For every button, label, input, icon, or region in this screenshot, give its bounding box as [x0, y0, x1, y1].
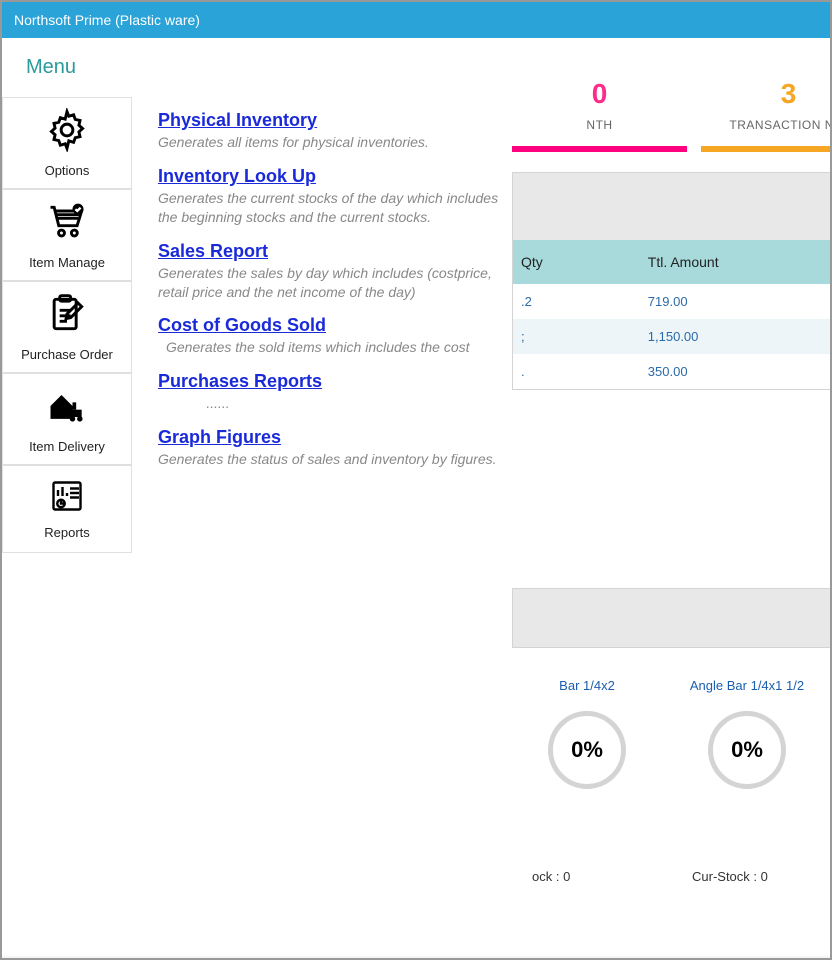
report-link-physical-inventory[interactable]: Physical Inventory — [158, 110, 317, 131]
stock-header-bar — [512, 588, 830, 648]
stock-percent-ring: 0% — [548, 711, 626, 789]
stock-percent: 0% — [571, 737, 603, 763]
sidebar-item-reports[interactable]: Reports — [2, 465, 132, 553]
sidebar-item-label: Options — [45, 163, 90, 178]
sidebar-item-label: Item Manage — [29, 255, 105, 270]
content-area: _ Physical Inventory Generates all items… — [132, 38, 830, 956]
metric-card-month: 0 NTH — [512, 78, 687, 152]
reports-panel: Physical Inventory Generates all items f… — [132, 38, 512, 479]
stock-footer: ock : 0 — [512, 869, 662, 884]
cell-qty: .2 — [513, 284, 640, 319]
metric-bar — [701, 146, 830, 152]
metric-value: 0 — [512, 78, 687, 110]
col-amount: Ttl. Amount — [640, 240, 830, 284]
stock-card: Bar 1/4x2 0% ock : 0 — [512, 678, 662, 884]
cell-amount: 719.00 — [640, 284, 830, 319]
stock-percent-ring: 0% — [708, 711, 786, 789]
cart-icon — [45, 200, 89, 249]
sidebar-item-options[interactable]: Options — [2, 97, 132, 189]
sales-panel: Manage Sales Qty Ttl. Amount Ref. .2 719… — [512, 172, 830, 390]
col-qty: Qty — [513, 240, 640, 284]
dashboard: 0 NTH 3 TRANSACTION NO. Manage Sales Qty — [512, 38, 830, 390]
reports-icon — [49, 478, 85, 519]
metric-bar — [512, 146, 687, 152]
sidebar-item-purchase-order[interactable]: Purchase Order — [2, 281, 132, 373]
metric-label: NTH — [512, 118, 687, 132]
sidebar-item-item-manage[interactable]: Item Manage — [2, 189, 132, 281]
sidebar-item-label: Purchase Order — [21, 347, 113, 362]
window-titlebar: Northsoft Prime (Plastic ware) — [2, 2, 830, 38]
table-row[interactable]: . 350.00 ge — [513, 354, 830, 389]
report-desc: Generates the status of sales and invent… — [158, 450, 502, 469]
report-link-cost-of-goods-sold[interactable]: Cost of Goods Sold — [158, 315, 326, 336]
report-desc: Generates all items for physical invento… — [158, 133, 502, 152]
stock-name: Angle Bar 1/4x1 1/2 — [672, 678, 822, 693]
cell-qty: ; — [513, 319, 640, 354]
report-desc: ...... — [158, 394, 278, 413]
stock-card: Angle Bar 1/4x1 1/2 0% Cur-Stock : 0 — [672, 678, 822, 884]
window-title: Northsoft Prime (Plastic ware) — [14, 12, 200, 28]
gear-icon — [45, 108, 89, 157]
report-link-sales-report[interactable]: Sales Report — [158, 241, 268, 262]
stock-name: Bar 1/4x2 — [512, 678, 662, 693]
metric-value: 3 — [701, 78, 830, 110]
table-header-row: Qty Ttl. Amount Ref. — [513, 240, 830, 284]
sidebar: Menu Options Item Manage Purchase Order … — [2, 38, 132, 956]
menu-header: Menu — [2, 38, 132, 97]
sidebar-item-item-delivery[interactable]: Item Delivery — [2, 373, 132, 465]
sidebar-item-label: Reports — [44, 525, 90, 540]
report-desc: Generates the sales by day which include… — [158, 264, 502, 302]
clipboard-pencil-icon — [45, 292, 89, 341]
metric-label: TRANSACTION NO. — [701, 118, 830, 132]
table-row[interactable]: .2 719.00 ge — [513, 284, 830, 319]
report-desc: Generates the sold items which includes … — [158, 338, 502, 357]
table-row[interactable]: ; 1,150.00 ge — [513, 319, 830, 354]
cell-amount: 350.00 — [640, 354, 830, 389]
stock-panel: Bar 1/4x2 0% ock : 0 Angle Bar 1/4x1 1/2… — [512, 588, 830, 884]
metric-card-transaction: 3 TRANSACTION NO. — [701, 78, 830, 152]
sales-table: Qty Ttl. Amount Ref. .2 719.00 ge ; 1,15… — [513, 240, 830, 389]
report-link-purchases-reports[interactable]: Purchases Reports — [158, 371, 322, 392]
cell-amount: 1,150.00 — [640, 319, 830, 354]
report-link-inventory-lookup[interactable]: Inventory Look Up — [158, 166, 316, 187]
sidebar-item-label: Item Delivery — [29, 439, 105, 454]
cell-qty: . — [513, 354, 640, 389]
report-desc: Generates the current stocks of the day … — [158, 189, 502, 227]
stock-footer: Cur-Stock : 0 — [672, 869, 822, 884]
report-link-graph-figures[interactable]: Graph Figures — [158, 427, 281, 448]
stock-percent: 0% — [731, 737, 763, 763]
house-truck-icon — [45, 384, 89, 433]
